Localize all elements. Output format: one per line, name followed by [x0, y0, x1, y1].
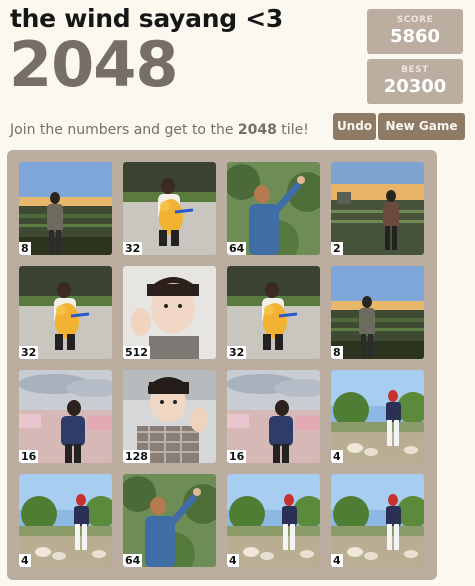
tile-photo: [331, 162, 424, 255]
tile-value: 16: [19, 450, 39, 463]
tile-garden-with-dogs: 4: [331, 370, 424, 463]
intro-text: Join the numbers and get to the 2048 til…: [10, 122, 309, 138]
game-title: 2048: [9, 28, 179, 101]
score-value: 5860: [389, 26, 441, 47]
tile-person-with-plush-parking: 32: [123, 162, 216, 255]
tile-photo: [19, 162, 112, 255]
intro-target: 2048: [237, 122, 277, 138]
tile-value: 32: [123, 242, 143, 255]
intro-prefix: Join the numbers and get to the: [10, 122, 238, 138]
undo-button[interactable]: Undo: [333, 113, 376, 140]
intro-suffix: tile!: [276, 122, 309, 138]
tile-value: 128: [123, 450, 150, 463]
tile-garden-with-dogs: 4: [331, 474, 424, 567]
tile-selfie-plaid-shirt: 128: [123, 370, 216, 463]
tile-photo: [19, 474, 112, 567]
tile-value: 16: [227, 450, 247, 463]
tile-value: 4: [19, 554, 31, 567]
tile-value: 4: [331, 450, 343, 463]
best-score-box: BEST 20300: [367, 59, 463, 104]
tile-photo: [331, 266, 424, 359]
tile-photo: [331, 474, 424, 567]
tile-person-reaching-trees: 64: [123, 474, 216, 567]
tile-sunset-railing-person-standing: 2: [331, 162, 424, 255]
tile-value: 512: [123, 346, 150, 359]
tile-value: 4: [331, 554, 343, 567]
new-game-button[interactable]: New Game: [378, 113, 465, 140]
tile-value: 32: [227, 346, 247, 359]
tile-value: 8: [19, 242, 31, 255]
tile-person-reaching-trees: 64: [227, 162, 320, 255]
tile-garden-with-dogs: 4: [19, 474, 112, 567]
tile-value: 2: [331, 242, 343, 255]
tile-person-with-plush-parking: 32: [19, 266, 112, 359]
score-box: SCORE 5860: [367, 9, 463, 54]
tile-value: 32: [19, 346, 39, 359]
tile-person-under-umbrellas-market: 16: [227, 370, 320, 463]
score-label: SCORE: [396, 15, 434, 25]
tile-person-with-plush-parking: 32: [227, 266, 320, 359]
best-label: BEST: [401, 65, 429, 75]
tile-person-under-umbrellas-market: 16: [19, 370, 112, 463]
tile-value: 64: [227, 242, 247, 255]
tile-selfie-closeup: 512: [123, 266, 216, 359]
game-board[interactable]: 8 32 64 2 32 512 32 8 16 128 16 4 4 64 4…: [7, 150, 437, 580]
tile-sunset-railing-person: 8: [19, 162, 112, 255]
tile-photo: [331, 370, 424, 463]
tile-value: 64: [123, 554, 143, 567]
tile-photo: [227, 474, 320, 567]
tile-sunset-railing-person: 8: [331, 266, 424, 359]
tile-value: 8: [331, 346, 343, 359]
best-value: 20300: [383, 76, 447, 97]
tile-garden-with-dogs: 4: [227, 474, 320, 567]
tile-value: 4: [227, 554, 239, 567]
